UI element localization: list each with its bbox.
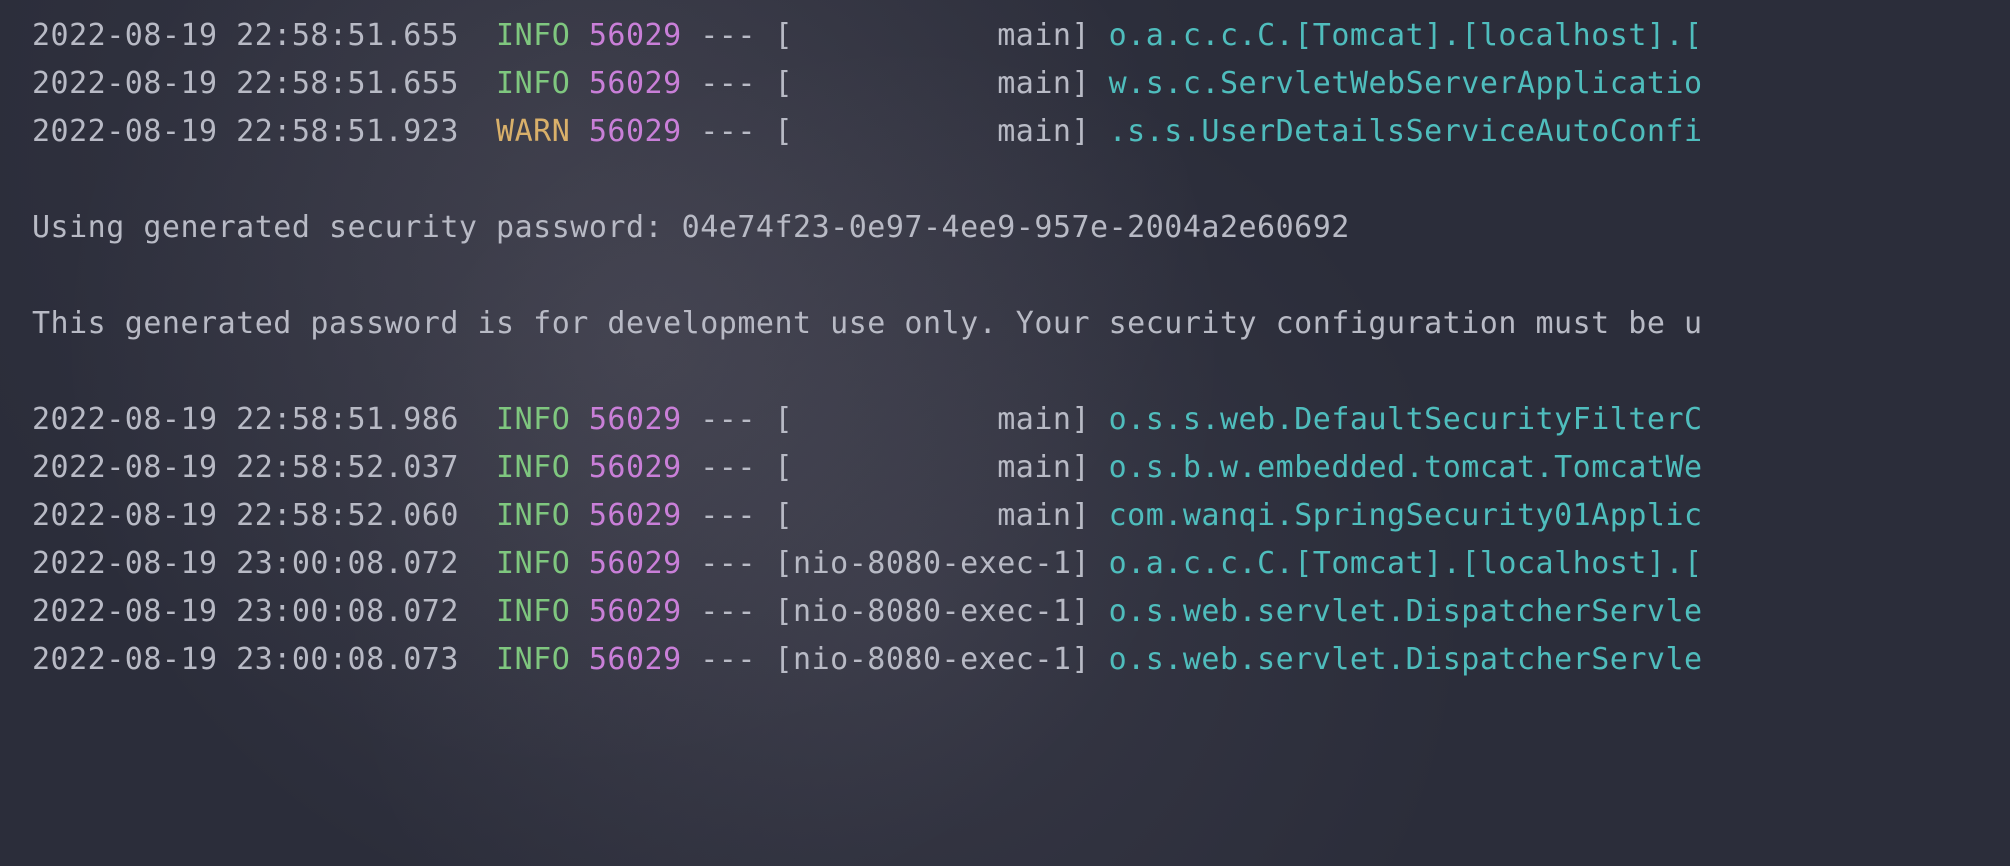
log-separator-close: ] bbox=[1071, 546, 1108, 581]
log-level: WARN bbox=[496, 114, 570, 149]
log-timestamp: 2022-08-19 22:58:52.037 bbox=[32, 450, 459, 485]
log-line: 2022-08-19 22:58:51.655 INFO 56029 --- [… bbox=[32, 60, 2010, 108]
log-separator-close: ] bbox=[1071, 450, 1108, 485]
log-pid: 56029 bbox=[589, 18, 682, 53]
blank-line bbox=[32, 156, 2010, 204]
log-separator: --- [ bbox=[682, 546, 793, 581]
log-logger: .s.s.UserDetailsServiceAutoConfi bbox=[1109, 114, 1703, 149]
log-separator-close: ] bbox=[1071, 402, 1108, 437]
log-logger: o.s.web.servlet.DispatcherServle bbox=[1109, 642, 1703, 677]
log-line: 2022-08-19 22:58:51.923 WARN 56029 --- [… bbox=[32, 108, 2010, 156]
log-logger: o.a.c.c.C.[Tomcat].[localhost].[ bbox=[1109, 546, 1703, 581]
log-thread: nio-8080-exec-1 bbox=[793, 594, 1071, 629]
log-line: 2022-08-19 23:00:08.072 INFO 56029 --- [… bbox=[32, 540, 2010, 588]
log-line: 2022-08-19 23:00:08.072 INFO 56029 --- [… bbox=[32, 588, 2010, 636]
log-level: INFO bbox=[496, 594, 570, 629]
log-timestamp: 2022-08-19 23:00:08.072 bbox=[32, 546, 459, 581]
log-separator-close: ] bbox=[1071, 642, 1108, 677]
log-pid: 56029 bbox=[589, 450, 682, 485]
log-level: INFO bbox=[496, 498, 570, 533]
log-thread: nio-8080-exec-1 bbox=[793, 546, 1071, 581]
log-message-line: Using generated security password: 04e74… bbox=[32, 204, 2010, 252]
log-thread: main bbox=[793, 402, 1071, 437]
log-separator: --- [ bbox=[682, 114, 793, 149]
log-separator-close: ] bbox=[1071, 594, 1108, 629]
log-logger: com.wanqi.SpringSecurity01Applic bbox=[1109, 498, 1703, 533]
log-timestamp: 2022-08-19 22:58:51.655 bbox=[32, 18, 459, 53]
log-thread: main bbox=[793, 498, 1071, 533]
log-pid: 56029 bbox=[589, 546, 682, 581]
log-logger: o.s.b.w.embedded.tomcat.TomcatWe bbox=[1109, 450, 1703, 485]
log-logger: o.s.web.servlet.DispatcherServle bbox=[1109, 594, 1703, 629]
log-thread: main bbox=[793, 66, 1071, 101]
log-line: 2022-08-19 22:58:52.037 INFO 56029 --- [… bbox=[32, 444, 2010, 492]
log-level: INFO bbox=[496, 450, 570, 485]
log-pid: 56029 bbox=[589, 402, 682, 437]
blank-line bbox=[32, 348, 2010, 396]
log-message-text: Using generated security password: 04e74… bbox=[32, 210, 1350, 245]
log-timestamp: 2022-08-19 22:58:51.923 bbox=[32, 114, 459, 149]
log-thread: main bbox=[793, 450, 1071, 485]
log-timestamp: 2022-08-19 22:58:51.655 bbox=[32, 66, 459, 101]
log-pid: 56029 bbox=[589, 642, 682, 677]
log-message-text: This generated password is for developme… bbox=[32, 306, 1703, 341]
log-timestamp: 2022-08-19 22:58:52.060 bbox=[32, 498, 459, 533]
log-line: 2022-08-19 23:00:08.073 INFO 56029 --- [… bbox=[32, 636, 2010, 684]
log-level: INFO bbox=[496, 402, 570, 437]
log-separator: --- [ bbox=[682, 498, 793, 533]
log-line: 2022-08-19 22:58:51.655 INFO 56029 --- [… bbox=[32, 12, 2010, 60]
log-logger: o.s.s.web.DefaultSecurityFilterC bbox=[1109, 402, 1703, 437]
log-level: INFO bbox=[496, 18, 570, 53]
log-thread: main bbox=[793, 114, 1071, 149]
log-pid: 56029 bbox=[589, 66, 682, 101]
log-pid: 56029 bbox=[589, 594, 682, 629]
log-separator-close: ] bbox=[1071, 498, 1108, 533]
log-logger: o.a.c.c.C.[Tomcat].[localhost].[ bbox=[1109, 18, 1703, 53]
log-separator-close: ] bbox=[1071, 114, 1108, 149]
log-separator-close: ] bbox=[1071, 18, 1108, 53]
log-timestamp: 2022-08-19 23:00:08.072 bbox=[32, 594, 459, 629]
log-thread: main bbox=[793, 18, 1071, 53]
log-separator-close: ] bbox=[1071, 66, 1108, 101]
log-separator: --- [ bbox=[682, 18, 793, 53]
log-level: INFO bbox=[496, 546, 570, 581]
log-level: INFO bbox=[496, 66, 570, 101]
log-pid: 56029 bbox=[589, 114, 682, 149]
log-line: 2022-08-19 22:58:51.986 INFO 56029 --- [… bbox=[32, 396, 2010, 444]
log-separator: --- [ bbox=[682, 402, 793, 437]
log-separator: --- [ bbox=[682, 66, 793, 101]
log-separator: --- [ bbox=[682, 594, 793, 629]
log-line: 2022-08-19 22:58:52.060 INFO 56029 --- [… bbox=[32, 492, 2010, 540]
log-message-line: This generated password is for developme… bbox=[32, 300, 2010, 348]
log-thread: nio-8080-exec-1 bbox=[793, 642, 1071, 677]
log-logger: w.s.c.ServletWebServerApplicatio bbox=[1109, 66, 1703, 101]
log-console: 2022-08-19 22:58:51.655 INFO 56029 --- [… bbox=[0, 0, 2010, 684]
log-level: INFO bbox=[496, 642, 570, 677]
log-pid: 56029 bbox=[589, 498, 682, 533]
blank-line bbox=[32, 252, 2010, 300]
log-separator: --- [ bbox=[682, 450, 793, 485]
log-separator: --- [ bbox=[682, 642, 793, 677]
log-timestamp: 2022-08-19 23:00:08.073 bbox=[32, 642, 459, 677]
log-timestamp: 2022-08-19 22:58:51.986 bbox=[32, 402, 459, 437]
